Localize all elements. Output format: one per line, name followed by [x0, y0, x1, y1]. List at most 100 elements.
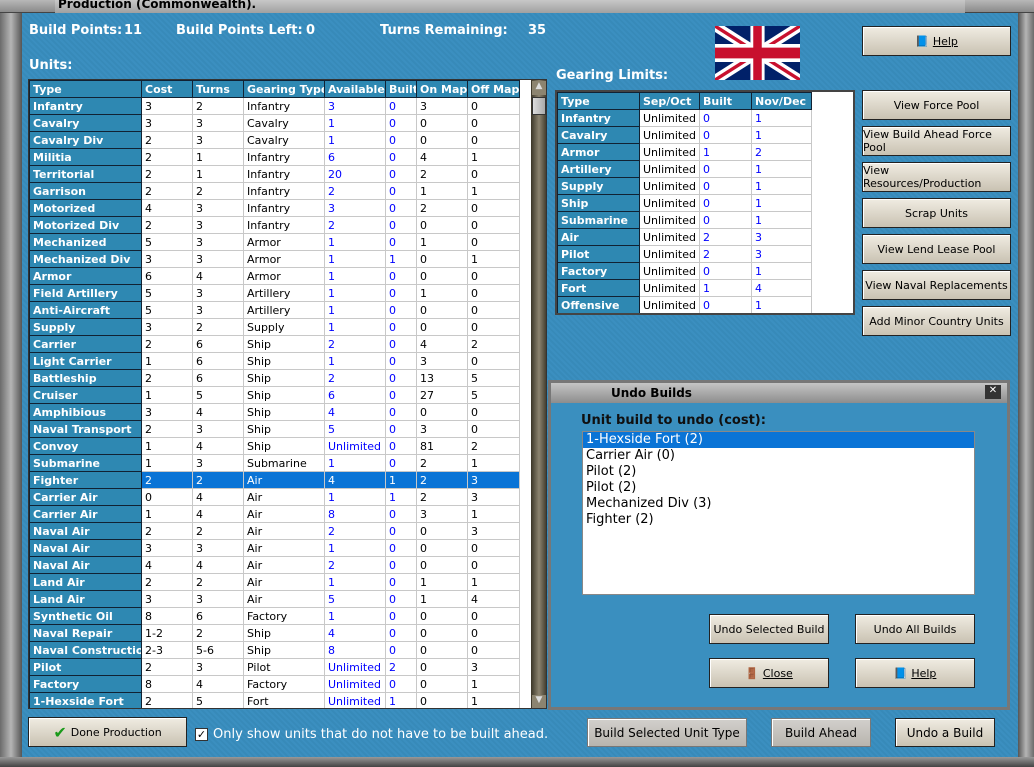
table-cell: 1 [385, 692, 417, 708]
table-cell: 0 [467, 284, 520, 302]
table-row[interactable]: Carrier Air 1 4 Air 8 0 3 1 [29, 505, 520, 523]
table-cell: 1 [416, 182, 468, 200]
table-row[interactable]: Land Air 2 2 Air 1 0 1 1 [29, 573, 520, 591]
column-header[interactable]: Cost [141, 80, 193, 98]
undo-selected-build-button[interactable]: Undo Selected Build [709, 614, 829, 644]
table-cell: Ship [243, 437, 325, 455]
list-item[interactable]: Pilot (2) [583, 480, 974, 496]
table-row[interactable]: Light Carrier 1 6 Ship 1 0 3 0 [29, 352, 520, 370]
list-item[interactable]: Carrier Air (0) [583, 448, 974, 464]
side-button-view-lend-lease-pool[interactable]: View Lend Lease Pool [862, 234, 1011, 264]
table-cell: 0 [385, 301, 417, 319]
table-cell: 1 [467, 148, 520, 166]
undo-a-build-button[interactable]: Undo a Build [895, 718, 995, 747]
table-row[interactable]: Field Artillery 5 3 Artillery 1 0 1 0 [29, 284, 520, 302]
scroll-thumb[interactable] [532, 97, 546, 115]
column-header[interactable]: Type [29, 80, 142, 98]
table-row[interactable]: Convoy 1 4 Ship Unlimited 0 81 2 [29, 437, 520, 455]
side-button-view-resources-production[interactable]: View Resources/Production [862, 162, 1011, 192]
table-row[interactable]: 1-Hexside Fort 2 5 Fort Unlimited 1 0 1 [29, 692, 520, 708]
table-cell: 4 [192, 505, 244, 523]
table-row[interactable]: Synthetic Oil 8 6 Factory 1 0 0 0 [29, 607, 520, 625]
column-header[interactable]: Gearing Type [243, 80, 325, 98]
side-button-view-force-pool[interactable]: View Force Pool [862, 90, 1011, 120]
table-row[interactable]: Naval Repair 1-2 2 Ship 4 0 0 0 [29, 624, 520, 642]
side-button-scrap-units[interactable]: Scrap Units [862, 198, 1011, 228]
table-row[interactable]: Mechanized 5 3 Armor 1 0 1 0 [29, 233, 520, 251]
column-header[interactable]: Off Map [467, 80, 520, 98]
table-row[interactable]: Naval Transport 2 3 Ship 5 0 3 0 [29, 420, 520, 438]
table-row[interactable]: Cavalry 3 3 Cavalry 1 0 0 0 [29, 114, 520, 132]
table-cell: 1 [141, 437, 193, 455]
column-header[interactable]: Built [385, 80, 417, 98]
dialog-help-button[interactable]: 📘 Help [855, 658, 975, 688]
table-cell: 0 [467, 114, 520, 132]
table-row[interactable]: Cruiser 1 5 Ship 6 0 27 5 [29, 386, 520, 404]
table-row[interactable]: Factory 8 4 Factory Unlimited 0 0 1 [29, 675, 520, 693]
units-scrollbar[interactable]: ▲ ▼ [531, 80, 546, 708]
table-cell: 0 [385, 556, 417, 574]
table-cell: Pilot [243, 658, 325, 676]
side-button-add-minor-country-units[interactable]: Add Minor Country Units [862, 306, 1011, 336]
table-row[interactable]: Territorial 2 1 Infantry 20 0 2 0 [29, 165, 520, 183]
table-row[interactable]: Naval Air 4 4 Air 2 0 0 0 [29, 556, 520, 574]
table-cell: 3 [141, 114, 193, 132]
scroll-up-arrow-icon[interactable]: ▲ [532, 81, 546, 95]
column-header[interactable]: On Map [416, 80, 468, 98]
table-row[interactable]: Carrier 2 6 Ship 2 0 4 2 [29, 335, 520, 353]
table-row[interactable]: Carrier Air 0 4 Air 1 1 2 3 [29, 488, 520, 506]
table-row[interactable]: Mechanized Div 3 3 Armor 1 1 0 1 [29, 250, 520, 268]
help-button[interactable]: 📘 Help [862, 26, 1011, 56]
scroll-down-arrow-icon[interactable]: ▼ [532, 695, 546, 708]
table-row[interactable]: Amphibious 3 4 Ship 4 0 0 0 [29, 403, 520, 421]
list-item[interactable]: Pilot (2) [583, 464, 974, 480]
table-row[interactable]: Naval Construction 2-3 5-6 Ship 8 0 0 0 [29, 641, 520, 659]
list-item[interactable]: Fighter (2) [583, 512, 974, 528]
only-show-checkbox[interactable]: ✓ [195, 728, 208, 741]
table-row[interactable]: Armor 6 4 Armor 1 0 0 0 [29, 267, 520, 285]
build-selected-unit-type-button[interactable]: Build Selected Unit Type [587, 718, 747, 747]
units-label: Units: [29, 58, 73, 73]
table-cell: 4 [467, 590, 520, 608]
table-row[interactable]: Garrison 2 2 Infantry 2 0 1 1 [29, 182, 520, 200]
table-row[interactable]: Infantry 3 2 Infantry 3 0 3 0 [29, 97, 520, 115]
close-button[interactable]: 🚪 Close [709, 658, 829, 688]
table-row[interactable]: Motorized Div 2 3 Infantry 2 0 0 0 [29, 216, 520, 234]
table-row[interactable]: Naval Air 3 3 Air 1 0 0 0 [29, 539, 520, 557]
table-row[interactable]: Cavalry Div 2 3 Cavalry 1 0 0 0 [29, 131, 520, 149]
list-item[interactable]: 1-Hexside Fort (2) [583, 432, 974, 448]
table-cell: 1 [141, 352, 193, 370]
list-item[interactable]: Mechanized Div (3) [583, 496, 974, 512]
column-header[interactable]: Turns [192, 80, 244, 98]
table-row[interactable]: Militia 2 1 Infantry 6 0 4 1 [29, 148, 520, 166]
table-cell: 6 [324, 148, 386, 166]
gearing-row: Factory Unlimited 0 1 [557, 262, 812, 280]
table-cell: Unlimited [639, 245, 700, 263]
undo-listbox[interactable]: 1-Hexside Fort (2) Carrier Air (0) Pilot (… [582, 431, 975, 595]
table-row[interactable]: Pilot 2 3 Pilot Unlimited 2 0 3 [29, 658, 520, 676]
side-button-view-naval-replacements[interactable]: View Naval Replacements [862, 270, 1011, 300]
table-row[interactable]: Supply 3 2 Supply 1 0 0 0 [29, 318, 520, 336]
table-row[interactable]: Anti-Aircraft 5 3 Artillery 1 0 0 0 [29, 301, 520, 319]
table-cell: 4 [141, 199, 193, 217]
table-row[interactable]: Battleship 2 6 Ship 2 0 13 5 [29, 369, 520, 387]
table-cell: Submarine [557, 211, 640, 229]
table-cell: 0 [467, 624, 520, 642]
table-row[interactable]: Fighter 2 2 Air 4 1 2 3 [29, 471, 520, 489]
table-cell: 2 [192, 97, 244, 115]
column-header[interactable]: Available [324, 80, 386, 98]
table-row[interactable]: Naval Air 2 2 Air 2 0 0 3 [29, 522, 520, 540]
build-ahead-button[interactable]: Build Ahead [771, 718, 871, 747]
side-button-view-build-ahead-force-pool[interactable]: View Build Ahead Force Pool [862, 126, 1011, 156]
close-x-icon[interactable]: ✕ [985, 385, 1001, 399]
undo-all-builds-button[interactable]: Undo All Builds [855, 614, 975, 644]
done-production-button[interactable]: ✔ Done Production [28, 717, 187, 747]
table-row[interactable]: Land Air 3 3 Air 5 0 1 4 [29, 590, 520, 608]
table-row[interactable]: Submarine 1 3 Submarine 1 0 2 1 [29, 454, 520, 472]
only-show-checkbox-label[interactable]: Only show units that do not have to be b… [213, 727, 548, 742]
column-header: Nov/Dec [751, 92, 812, 110]
undo-dialog-title-bar[interactable]: Undo Builds ✕ [551, 383, 1007, 403]
title-bar[interactable]: Production (Commonwealth). [0, 0, 1034, 13]
table-cell: 6 [141, 267, 193, 285]
table-row[interactable]: Motorized 4 3 Infantry 3 0 2 0 [29, 199, 520, 217]
